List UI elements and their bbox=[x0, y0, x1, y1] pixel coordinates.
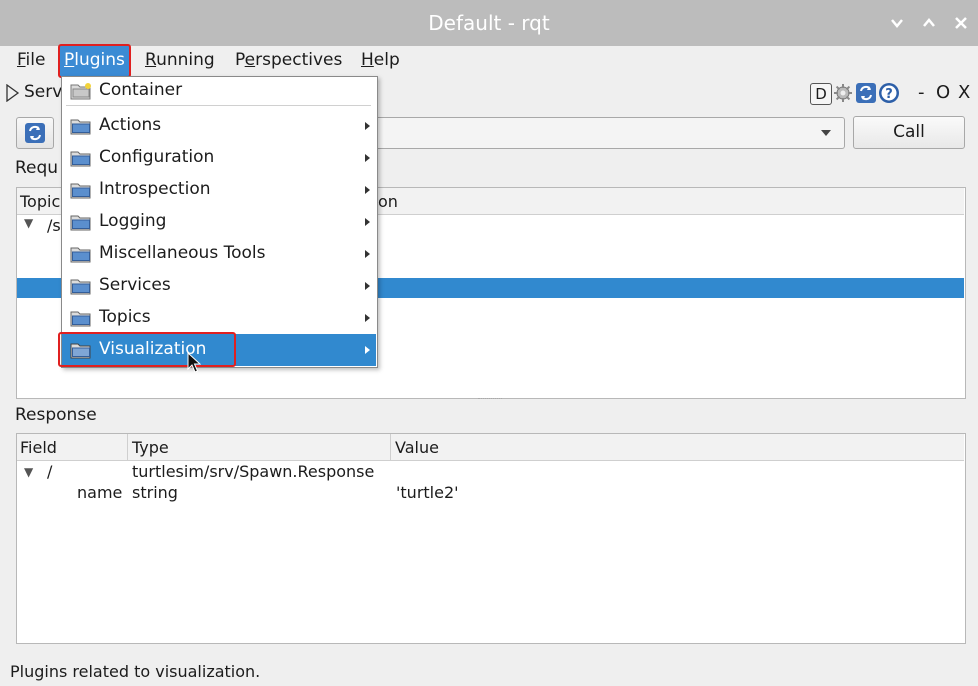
close-plugin-button[interactable]: X bbox=[958, 82, 970, 103]
chevron-up-icon[interactable] bbox=[918, 12, 940, 34]
menu-item-miscellaneous-tools[interactable]: Miscellaneous Tools bbox=[62, 238, 376, 270]
menu-running[interactable]: Running bbox=[142, 46, 218, 76]
service-select[interactable] bbox=[370, 117, 845, 149]
folder-icon bbox=[70, 279, 91, 295]
menu-item-logging[interactable]: Logging bbox=[62, 206, 376, 238]
menu-plugins[interactable]: Plugins bbox=[58, 44, 131, 78]
response-column-field[interactable]: Field bbox=[20, 438, 57, 457]
response-value[interactable]: 'turtle2' bbox=[396, 483, 459, 502]
mouse-cursor-icon bbox=[187, 351, 202, 378]
chevron-right-icon bbox=[365, 218, 370, 226]
menu-item-configuration[interactable]: Configuration bbox=[62, 142, 376, 174]
request-tree-root[interactable]: /s bbox=[47, 216, 61, 235]
menu-item-container[interactable]: Container bbox=[62, 75, 376, 107]
folder-icon bbox=[70, 215, 91, 231]
menu-perspectives[interactable]: Perspectives bbox=[232, 46, 345, 76]
chevron-right-icon bbox=[365, 314, 370, 322]
column-divider[interactable] bbox=[127, 434, 128, 460]
response-column-type[interactable]: Type bbox=[132, 438, 169, 457]
call-button[interactable]: Call bbox=[853, 116, 965, 149]
menu-item-introspection[interactable]: Introspection bbox=[62, 174, 376, 206]
window-title: Default - rqt bbox=[428, 11, 550, 35]
refresh-services-button[interactable] bbox=[16, 117, 54, 149]
chevron-down-icon bbox=[821, 130, 831, 136]
close-icon[interactable] bbox=[950, 12, 972, 34]
folder-icon bbox=[70, 311, 91, 327]
request-column-topic[interactable]: Topic bbox=[20, 192, 60, 211]
menu-item-topics[interactable]: Topics bbox=[62, 302, 376, 334]
splitter-handle[interactable] bbox=[478, 398, 502, 403]
menu-file[interactable]: File bbox=[14, 46, 48, 76]
tree-expand-icon[interactable]: ▼ bbox=[24, 465, 33, 479]
response-type: string bbox=[132, 483, 178, 502]
request-column-expression[interactable]: on bbox=[378, 192, 398, 211]
gear-icon[interactable] bbox=[833, 83, 853, 105]
menu-help[interactable]: Help bbox=[358, 46, 403, 76]
menu-item-actions[interactable]: Actions bbox=[62, 110, 376, 142]
menu-item-services[interactable]: Services bbox=[62, 270, 376, 302]
container-folder-icon bbox=[70, 83, 91, 100]
chevron-right-icon bbox=[365, 282, 370, 290]
chevron-right-icon bbox=[365, 154, 370, 162]
svg-text:?: ? bbox=[885, 87, 893, 102]
minimize-plugin-button[interactable]: - bbox=[918, 82, 925, 103]
float-plugin-button[interactable]: O bbox=[936, 82, 950, 103]
chevron-right-icon bbox=[365, 346, 370, 354]
plugin-title: Serv bbox=[24, 82, 63, 102]
folder-icon bbox=[70, 151, 91, 167]
refresh-icon[interactable] bbox=[855, 82, 877, 104]
chevron-right-icon bbox=[365, 122, 370, 130]
response-label: Response bbox=[15, 405, 97, 425]
chevron-down-icon[interactable] bbox=[886, 12, 908, 34]
chevron-right-icon bbox=[365, 186, 370, 194]
folder-icon bbox=[70, 119, 91, 135]
tree-expand-icon[interactable]: ▼ bbox=[24, 216, 33, 230]
response-field[interactable]: / bbox=[47, 462, 52, 481]
response-type: turtlesim/srv/Spawn.Response bbox=[132, 462, 375, 481]
collapse-triangle-icon[interactable] bbox=[6, 83, 20, 106]
response-column-value[interactable]: Value bbox=[395, 438, 439, 457]
chevron-right-icon bbox=[365, 250, 370, 258]
status-bar-text: Plugins related to visualization. bbox=[10, 662, 261, 681]
response-field[interactable]: name bbox=[77, 483, 122, 502]
help-icon[interactable]: ? bbox=[878, 82, 900, 104]
request-label: Requ bbox=[15, 158, 59, 178]
folder-icon bbox=[70, 247, 91, 263]
highlight-box bbox=[58, 332, 236, 367]
folder-icon bbox=[70, 183, 91, 199]
d-button[interactable]: D bbox=[810, 83, 832, 105]
refresh-icon bbox=[25, 123, 45, 143]
column-divider[interactable] bbox=[390, 434, 391, 460]
